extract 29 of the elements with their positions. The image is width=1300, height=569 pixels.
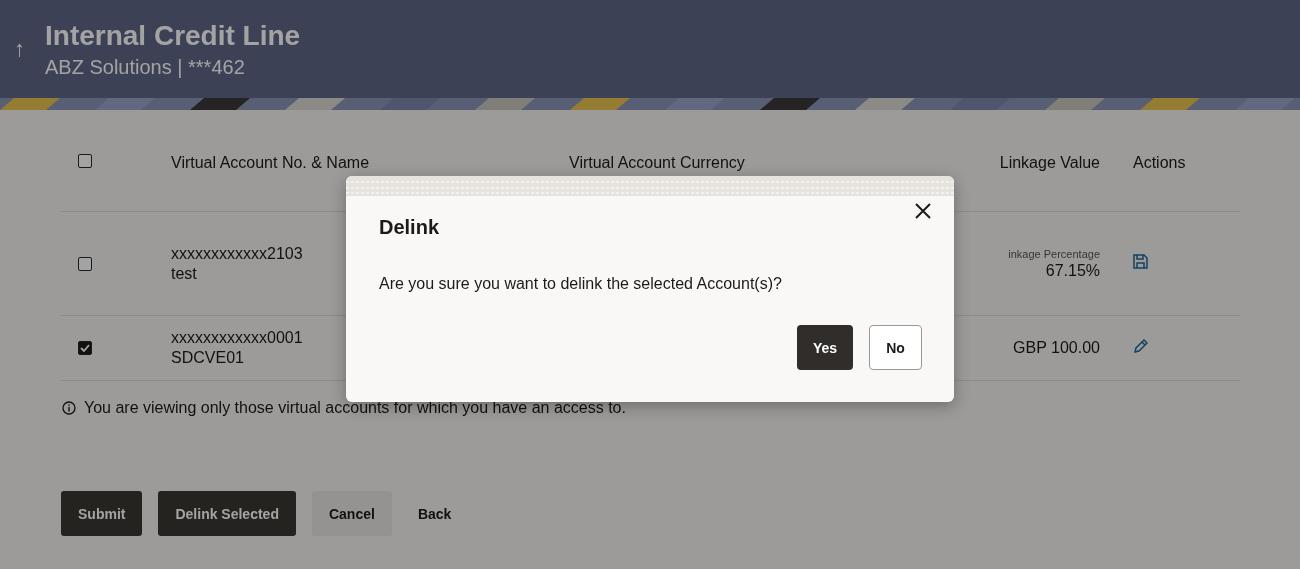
back-link[interactable]: Back xyxy=(407,491,462,536)
action-button[interactable]: Submit xyxy=(61,491,143,536)
dialog-button[interactable]: Yes xyxy=(797,325,853,370)
checkbox[interactable] xyxy=(78,341,92,355)
info-icon xyxy=(62,401,76,415)
back-arrow-icon[interactable]: ↑ xyxy=(14,36,25,62)
page-subtitle: ABZ Solutions | ***462 xyxy=(45,55,246,79)
linkage-value: GBP 100.00 xyxy=(1013,339,1100,357)
page-title: Internal Credit Line xyxy=(45,19,301,52)
checkbox[interactable] xyxy=(78,256,92,271)
column-header: Actions xyxy=(1132,154,1187,172)
action-button[interactable]: Delink Selected xyxy=(158,491,296,536)
column-header: Linkage Value xyxy=(998,154,1100,172)
linkage-label: inkage Percentage xyxy=(1008,247,1100,260)
account-name: SDCVE01 xyxy=(171,349,245,367)
dialog-message: Are you sure you want to delink the selected Account(s)? xyxy=(379,275,782,293)
account-number: xxxxxxxxxxxx2103 xyxy=(171,244,304,263)
dialog-title: Delink xyxy=(379,216,440,239)
linkage-value: 67.15% xyxy=(1045,261,1100,280)
info-note: You are viewing only those virtual accounts for which you have an access to. xyxy=(84,399,626,417)
action-button[interactable]: Cancel xyxy=(311,491,392,536)
account-number: xxxxxxxxxxxx0001 xyxy=(171,329,304,347)
column-header: Virtual Account No. & Name xyxy=(171,154,371,172)
checkbox[interactable] xyxy=(78,154,92,168)
dialog-button[interactable]: No xyxy=(869,325,922,370)
pencil-icon[interactable] xyxy=(1133,338,1148,354)
save-icon[interactable] xyxy=(1133,254,1148,269)
close-icon[interactable] xyxy=(914,202,932,220)
column-header: Virtual Account Currency xyxy=(569,154,746,172)
